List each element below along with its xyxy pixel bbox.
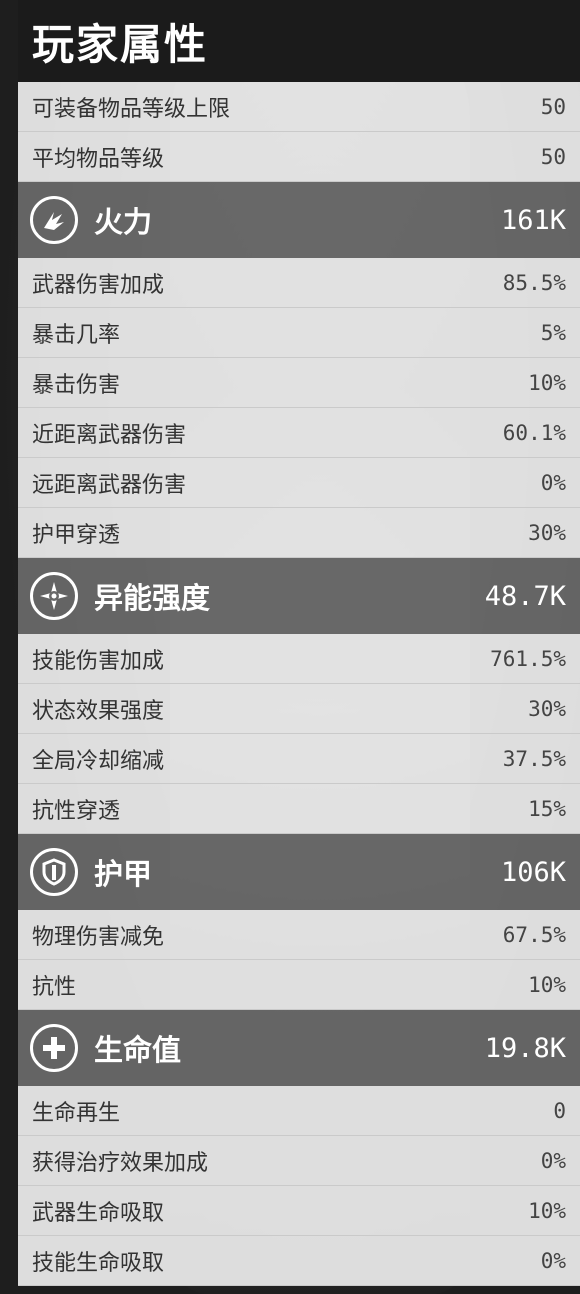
anomaly-power-icon: [30, 572, 78, 620]
stat-value: 67.5%: [502, 922, 566, 947]
stat-label: 近距离武器伤害: [32, 422, 187, 448]
stat-value: 0: [553, 1098, 566, 1123]
stat-row: 武器伤害加成 85.5%: [18, 258, 580, 308]
stat-label: 抗性穿透: [32, 798, 121, 824]
stat-row: 生命再生 0: [18, 1086, 580, 1136]
panel-title-bar: 玩家属性: [18, 0, 580, 82]
stat-row: 暴击几率 5%: [18, 308, 580, 358]
stat-row-max-item-level: 可装备物品等级上限 50: [18, 82, 580, 132]
section-header-health: 生命值 19.8K: [18, 1010, 580, 1086]
stat-row: 暴击伤害 10%: [18, 358, 580, 408]
stat-value: 85.5%: [502, 270, 566, 295]
stat-value: 10%: [528, 370, 566, 395]
firepower-icon: [30, 196, 78, 244]
stat-value: 10%: [528, 1198, 566, 1223]
stat-value: 0%: [540, 1248, 566, 1273]
stat-label: 生命再生: [32, 1100, 121, 1126]
stat-row: 护甲穿透 30%: [18, 508, 580, 558]
shield-icon: [30, 848, 78, 896]
stat-row: 近距离武器伤害 60.1%: [18, 408, 580, 458]
stat-label: 远距离武器伤害: [32, 472, 187, 498]
stat-label: 暴击伤害: [32, 372, 121, 398]
stat-row: 状态效果强度 30%: [18, 684, 580, 734]
section-total: 106K: [500, 856, 566, 888]
section-name: 护甲: [94, 857, 153, 891]
section-name: 异能强度: [94, 581, 211, 615]
stat-row: 技能伤害加成 761.5%: [18, 634, 580, 684]
stat-label: 物理伤害减免: [32, 924, 165, 950]
section-total: 19.8K: [484, 1032, 566, 1064]
section-total: 161K: [500, 204, 566, 236]
stat-row-avg-item-level: 平均物品等级 50: [18, 132, 580, 182]
stat-label: 技能生命吸取: [32, 1250, 165, 1276]
stat-row: 远距离武器伤害 0%: [18, 458, 580, 508]
stat-label: 技能伤害加成: [32, 648, 165, 674]
stat-row: 抗性 10%: [18, 960, 580, 1010]
stat-value: 0%: [540, 470, 566, 495]
stat-label: 状态效果强度: [32, 698, 165, 724]
stat-label: 武器伤害加成: [32, 272, 165, 298]
player-stats-panel: 玩家属性 可装备物品等级上限 50 平均物品等级 50 火力 161K 武器伤害…: [18, 0, 580, 1294]
stat-row: 获得治疗效果加成 0%: [18, 1136, 580, 1186]
stat-row: 抗性穿透 15%: [18, 784, 580, 834]
section-name: 生命值: [94, 1033, 182, 1067]
stat-value: 50: [540, 94, 566, 119]
stat-row: 物理伤害减免 67.5%: [18, 910, 580, 960]
stat-label: 护甲穿透: [32, 522, 121, 548]
stat-label: 获得治疗效果加成: [32, 1150, 209, 1176]
section-header-firepower: 火力 161K: [18, 182, 580, 258]
stat-value: 30%: [528, 520, 566, 545]
stat-label: 抗性: [32, 974, 77, 1000]
stat-value: 5%: [540, 320, 566, 345]
stat-label: 暴击几率: [32, 322, 121, 348]
section-name: 火力: [94, 205, 153, 239]
section-header-anomaly-power: 异能强度 48.7K: [18, 558, 580, 634]
stat-label: 武器生命吸取: [32, 1200, 165, 1226]
stat-label: 可装备物品等级上限: [32, 96, 231, 122]
section-header-armor: 护甲 106K: [18, 834, 580, 910]
stat-value: 60.1%: [502, 420, 566, 445]
stat-value: 15%: [528, 796, 566, 821]
stat-value: 50: [540, 144, 566, 169]
stat-value: 10%: [528, 972, 566, 997]
stat-value: 0%: [540, 1148, 566, 1173]
panel-title: 玩家属性: [32, 19, 209, 69]
section-total: 48.7K: [484, 580, 566, 612]
stat-row: 武器生命吸取 10%: [18, 1186, 580, 1236]
stat-value: 30%: [528, 696, 566, 721]
stat-value: 37.5%: [502, 746, 566, 771]
stat-label: 全局冷却缩减: [32, 748, 165, 774]
stat-row: 技能生命吸取 0%: [18, 1236, 580, 1286]
health-plus-icon: [30, 1024, 78, 1072]
stat-row: 全局冷却缩减 37.5%: [18, 734, 580, 784]
stat-label: 平均物品等级: [32, 146, 165, 172]
stat-value: 761.5%: [490, 646, 566, 671]
